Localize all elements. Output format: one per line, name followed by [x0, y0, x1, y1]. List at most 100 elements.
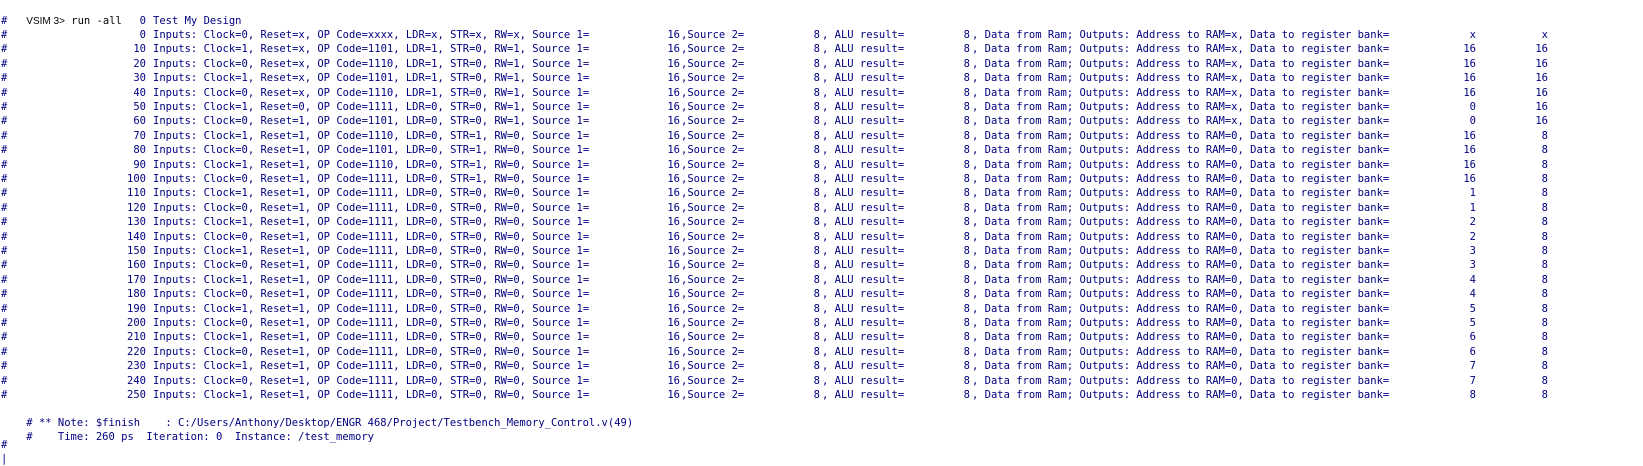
register-value: 5 — [1469, 317, 1476, 329]
last-value: 8 — [1541, 259, 1548, 272]
sim-time: 180 — [127, 288, 146, 301]
source1-value: 16 — [667, 360, 680, 373]
hash-prefix: # — [1, 158, 8, 171]
register-value: x — [1469, 29, 1476, 41]
source2-value: 8 — [813, 230, 820, 243]
log-row: #0 Inputs: Clock=0, Reset=x, OP Code=xxxx… — [0, 28, 1643, 42]
log-row: #70 Inputs: Clock=1, Reset=1, OP Code=111… — [0, 129, 1643, 143]
log-row: #90 Inputs: Clock=1, Reset=1, OP Code=111… — [0, 158, 1643, 172]
header-line: # 0 Test My Design — [0, 14, 1643, 28]
alu-value: 8 — [963, 374, 970, 387]
hash-prefix: # — [1, 389, 8, 401]
source2-label: ,Source 2= — [681, 158, 745, 171]
alu-label: , ALU result= — [822, 259, 905, 272]
hash-prefix: # — [1, 115, 8, 128]
inputs-text: Inputs: Clock=1, Reset=1, OP Code=1111, … — [153, 273, 590, 286]
outputs-text: , Data from Ram; Outputs: Address to RAM… — [972, 317, 1390, 329]
log-row: #140 Inputs: Clock=0, Reset=1, OP Code=11… — [0, 230, 1643, 244]
sim-time: 160 — [127, 259, 146, 272]
source1-value: 16 — [667, 331, 680, 344]
register-value: 0 — [1469, 101, 1476, 113]
hash-prefix: # — [1, 360, 8, 373]
hash-prefix: # — [1, 345, 8, 358]
source1-value: 16 — [667, 158, 680, 171]
source2-label: ,Source 2= — [681, 288, 745, 301]
source2-label: ,Source 2= — [681, 216, 745, 229]
register-value: 1 — [1469, 201, 1476, 214]
inputs-text: Inputs: Clock=1, Reset=1, OP Code=1111, … — [153, 389, 590, 401]
source2-value: 8 — [813, 201, 820, 214]
source2-label: ,Source 2= — [681, 273, 745, 286]
source2-value: 8 — [813, 86, 820, 99]
outputs-text: , Data from Ram; Outputs: Address to RAM… — [972, 173, 1390, 185]
sim-time: 60 — [133, 115, 146, 128]
sim-time: 200 — [127, 317, 146, 329]
inputs-text: Inputs: Clock=1, Reset=1, OP Code=1111, … — [153, 216, 590, 229]
sim-time: 190 — [127, 302, 146, 315]
source2-label: ,Source 2= — [681, 173, 745, 185]
source2-label: ,Source 2= — [681, 302, 745, 315]
source1-value: 16 — [667, 230, 680, 243]
inputs-text: Inputs: Clock=0, Reset=1, OP Code=1111, … — [153, 201, 590, 214]
alu-value: 8 — [963, 43, 970, 56]
alu-value: 8 — [963, 129, 970, 142]
source2-value: 8 — [813, 216, 820, 229]
source2-label: ,Source 2= — [681, 86, 745, 99]
hash-prefix: # — [1, 187, 8, 200]
inputs-text: Inputs: Clock=1, Reset=x, OP Code=1101, … — [153, 72, 590, 85]
hash-prefix: # — [1, 129, 8, 142]
inputs-text: Inputs: Clock=0, Reset=1, OP Code=1101, … — [153, 144, 590, 157]
alu-value: 8 — [963, 144, 970, 157]
log-row: #150 Inputs: Clock=1, Reset=1, OP Code=11… — [0, 244, 1643, 258]
inputs-text: Inputs: Clock=0, Reset=1, OP Code=1111, … — [153, 345, 590, 358]
register-value: 0 — [1469, 115, 1476, 128]
hash-prefix: # — [1, 245, 8, 257]
register-value: 4 — [1469, 273, 1476, 286]
source1-value: 16 — [667, 43, 680, 56]
outputs-text: , Data from Ram; Outputs: Address to RAM… — [972, 245, 1390, 257]
log-row: #40 Inputs: Clock=0, Reset=x, OP Code=111… — [0, 86, 1643, 100]
outputs-text: , Data from Ram; Outputs: Address to RAM… — [972, 230, 1390, 243]
hash-prefix: # — [1, 144, 8, 157]
source2-label: ,Source 2= — [681, 72, 745, 85]
sim-time: 210 — [127, 331, 146, 344]
last-value: 8 — [1541, 230, 1548, 243]
sim-time: 0 — [139, 15, 146, 27]
transcript-window[interactable]: VSIM 3> run -all # 0 Test My Design #0 In… — [0, 0, 1643, 465]
inputs-text: Inputs: Clock=1, Reset=1, OP Code=1111, … — [153, 331, 590, 344]
sim-time: 20 — [133, 57, 146, 70]
last-value: 8 — [1541, 187, 1548, 200]
hash-prefix: # — [1, 57, 8, 70]
alu-label: , ALU result= — [822, 86, 905, 99]
log-row: #180 Inputs: Clock=0, Reset=1, OP Code=11… — [0, 287, 1643, 301]
register-value: 16 — [1463, 57, 1476, 70]
alu-value: 8 — [963, 29, 970, 41]
log-row: #120 Inputs: Clock=0, Reset=1, OP Code=11… — [0, 201, 1643, 215]
alu-value: 8 — [963, 288, 970, 301]
source2-value: 8 — [813, 173, 820, 185]
inputs-text: Inputs: Clock=0, Reset=1, OP Code=1111, … — [153, 173, 590, 185]
alu-value: 8 — [963, 360, 970, 373]
input-caret[interactable]: # | — [1, 438, 15, 465]
alu-label: , ALU result= — [822, 317, 905, 329]
hash-prefix: # — [1, 302, 8, 315]
outputs-text: , Data from Ram; Outputs: Address to RAM… — [972, 101, 1390, 113]
hash-prefix: # — [1, 288, 8, 301]
alu-label: , ALU result= — [822, 29, 905, 41]
inputs-text: Inputs: Clock=1, Reset=1, OP Code=1111, … — [153, 187, 590, 200]
last-value: 16 — [1535, 43, 1548, 56]
log-row: #190 Inputs: Clock=1, Reset=1, OP Code=11… — [0, 302, 1643, 316]
source1-value: 16 — [667, 389, 680, 401]
register-value: 16 — [1463, 72, 1476, 85]
outputs-text: , Data from Ram; Outputs: Address to RAM… — [972, 259, 1390, 272]
last-value: 8 — [1541, 317, 1548, 329]
outputs-text: , Data from Ram; Outputs: Address to RAM… — [972, 216, 1390, 229]
outputs-text: , Data from Ram; Outputs: Address to RAM… — [972, 288, 1390, 301]
inputs-text: Inputs: Clock=1, Reset=1, OP Code=1110, … — [153, 129, 590, 142]
source1-value: 16 — [667, 187, 680, 200]
last-value: x — [1541, 29, 1548, 41]
sim-time: 170 — [127, 273, 146, 286]
alu-value: 8 — [963, 86, 970, 99]
last-value: 16 — [1535, 101, 1548, 113]
alu-value: 8 — [963, 187, 970, 200]
